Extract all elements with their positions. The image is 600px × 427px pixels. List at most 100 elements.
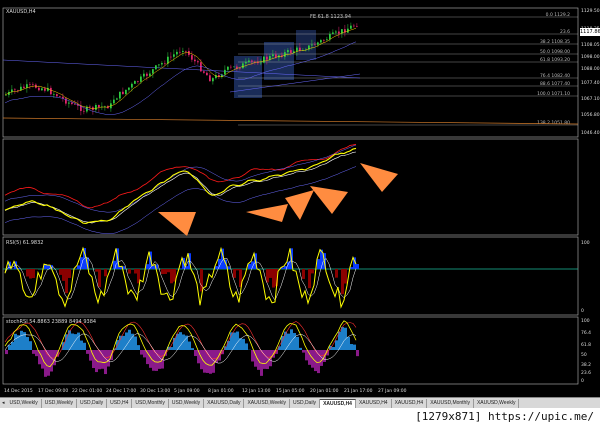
stoch-bar: [71, 333, 74, 350]
stoch-bar: [332, 347, 335, 350]
candle-body: [194, 59, 196, 62]
stoch-bar: [128, 329, 131, 350]
stoch-bar: [182, 334, 185, 350]
chart-tab[interactable]: USD,Weekly: [7, 399, 42, 408]
chart-tab[interactable]: USD,Daily: [290, 399, 321, 408]
time-tick-label: 30 Dec 13:00: [140, 388, 170, 394]
stoch-bar: [179, 332, 182, 350]
stoch-bar: [188, 341, 191, 350]
rsi-bar: [248, 263, 251, 269]
candle-body: [263, 56, 265, 63]
candle-body: [266, 56, 268, 60]
stoch-bar: [125, 332, 128, 350]
fib-level-label: 0.0 1129.2: [546, 12, 570, 18]
stoch-bar: [107, 350, 110, 367]
chart-tab[interactable]: USD,Daily: [77, 399, 108, 408]
candle-body: [179, 51, 181, 53]
chart-tab[interactable]: USD,Monthly: [132, 399, 169, 408]
candle-body: [143, 73, 145, 77]
candle-body: [26, 84, 28, 88]
fib-level-label: 100.0 1071.10: [537, 91, 570, 97]
stoch-bar: [278, 346, 281, 350]
chart-tab[interactable]: USD,Weekly: [169, 399, 205, 408]
candle-body: [74, 103, 76, 105]
chart-tab[interactable]: XAUUSD,Daily: [204, 399, 245, 408]
chart-tab[interactable]: XAUUSD,H4: [392, 399, 428, 408]
candle-body: [332, 32, 334, 34]
chart-tab[interactable]: XAUUSD,Monthly: [427, 399, 474, 408]
stoch-bar: [242, 338, 245, 350]
rsi-bar: [98, 269, 101, 288]
stoch-bar: [29, 341, 32, 350]
chart-tab[interactable]: XAUUSD,H4: [356, 399, 392, 408]
candle-body: [338, 31, 340, 34]
time-tick-label: 21 Jan 17:00: [344, 388, 373, 394]
rsi-bar: [341, 269, 344, 295]
rsi-bar: [356, 264, 359, 269]
stoch-tick-label: 23.6: [581, 370, 591, 376]
chart-tab[interactable]: XAUUSD,H4: [320, 398, 356, 409]
candle-body: [236, 66, 238, 69]
candle-body: [11, 89, 13, 92]
stoch-title: stochRSI 54.8863 23889 8494 9384: [6, 319, 97, 325]
candle-body: [191, 55, 193, 60]
candle-body: [185, 50, 187, 52]
candle-body: [353, 25, 355, 27]
price-tick-label: 1108.05: [581, 42, 600, 48]
fib-level-label: 76.4 1082.40: [540, 73, 570, 79]
chart-tab[interactable]: XAUUSD,Weekly: [474, 399, 520, 408]
rsi-title: RSI(5) 61.9832: [6, 240, 44, 246]
candle-body: [299, 47, 301, 51]
candle-body: [170, 56, 172, 58]
stoch-bar: [194, 350, 197, 357]
time-tick-label: 24 Dec 17:00: [106, 388, 136, 394]
candle-body: [53, 94, 55, 95]
indicator-panel-1[interactable]: [2, 138, 579, 236]
rsi-bar: [77, 265, 80, 269]
time-tick-label: 8 Jan 01:00: [208, 388, 234, 394]
candle-body: [32, 84, 34, 85]
candle-body: [59, 96, 61, 97]
candle-body: [314, 44, 316, 46]
chart-tab[interactable]: XAUUSD,Weekly: [244, 399, 290, 408]
candle-body: [128, 87, 130, 90]
stoch-bar: [170, 347, 173, 350]
candle-body: [152, 69, 154, 74]
candle-body: [197, 61, 199, 63]
candle-body: [113, 99, 115, 104]
stoch-bar: [227, 340, 230, 350]
candle-body: [203, 71, 205, 73]
stoch-tick-label: 0: [581, 378, 584, 384]
time-tick-label: 15 Jan 05:00: [276, 388, 305, 394]
chart-tab[interactable]: USD,H4: [107, 399, 133, 408]
time-tick-label: 17 Dec 09:00: [38, 388, 68, 394]
stoch-bar: [299, 347, 302, 350]
candle-body: [149, 73, 151, 76]
candle-body: [356, 26, 358, 27]
rsi-bar: [335, 269, 338, 278]
rsi-bar: [344, 269, 347, 284]
candle-body: [68, 102, 70, 104]
stoch-bar: [86, 350, 89, 354]
stoch-bar: [305, 350, 308, 361]
stoch-bar: [296, 336, 299, 350]
candle-body: [311, 44, 313, 46]
rsi-bar: [113, 260, 116, 269]
stoch-bar: [266, 350, 269, 370]
candle-body: [335, 31, 337, 33]
rsi-bar: [104, 269, 107, 277]
fib-level-label: 50.0 1098.00: [540, 49, 570, 55]
chart-tab[interactable]: USD,Weekly: [42, 399, 78, 408]
time-tick-label: 5 Jan 09:00: [174, 388, 200, 394]
candle-body: [224, 69, 226, 75]
rsi-bar: [134, 269, 137, 274]
candle-body: [182, 50, 184, 52]
candle-body: [272, 54, 274, 57]
price-tick-label: 1067.10: [581, 96, 600, 102]
candle-body: [23, 86, 25, 88]
candle-body: [71, 102, 73, 104]
candle-body: [41, 88, 43, 91]
rsi-bar: [32, 269, 35, 278]
stoch-bar: [47, 350, 50, 376]
stoch-bar: [356, 350, 359, 357]
